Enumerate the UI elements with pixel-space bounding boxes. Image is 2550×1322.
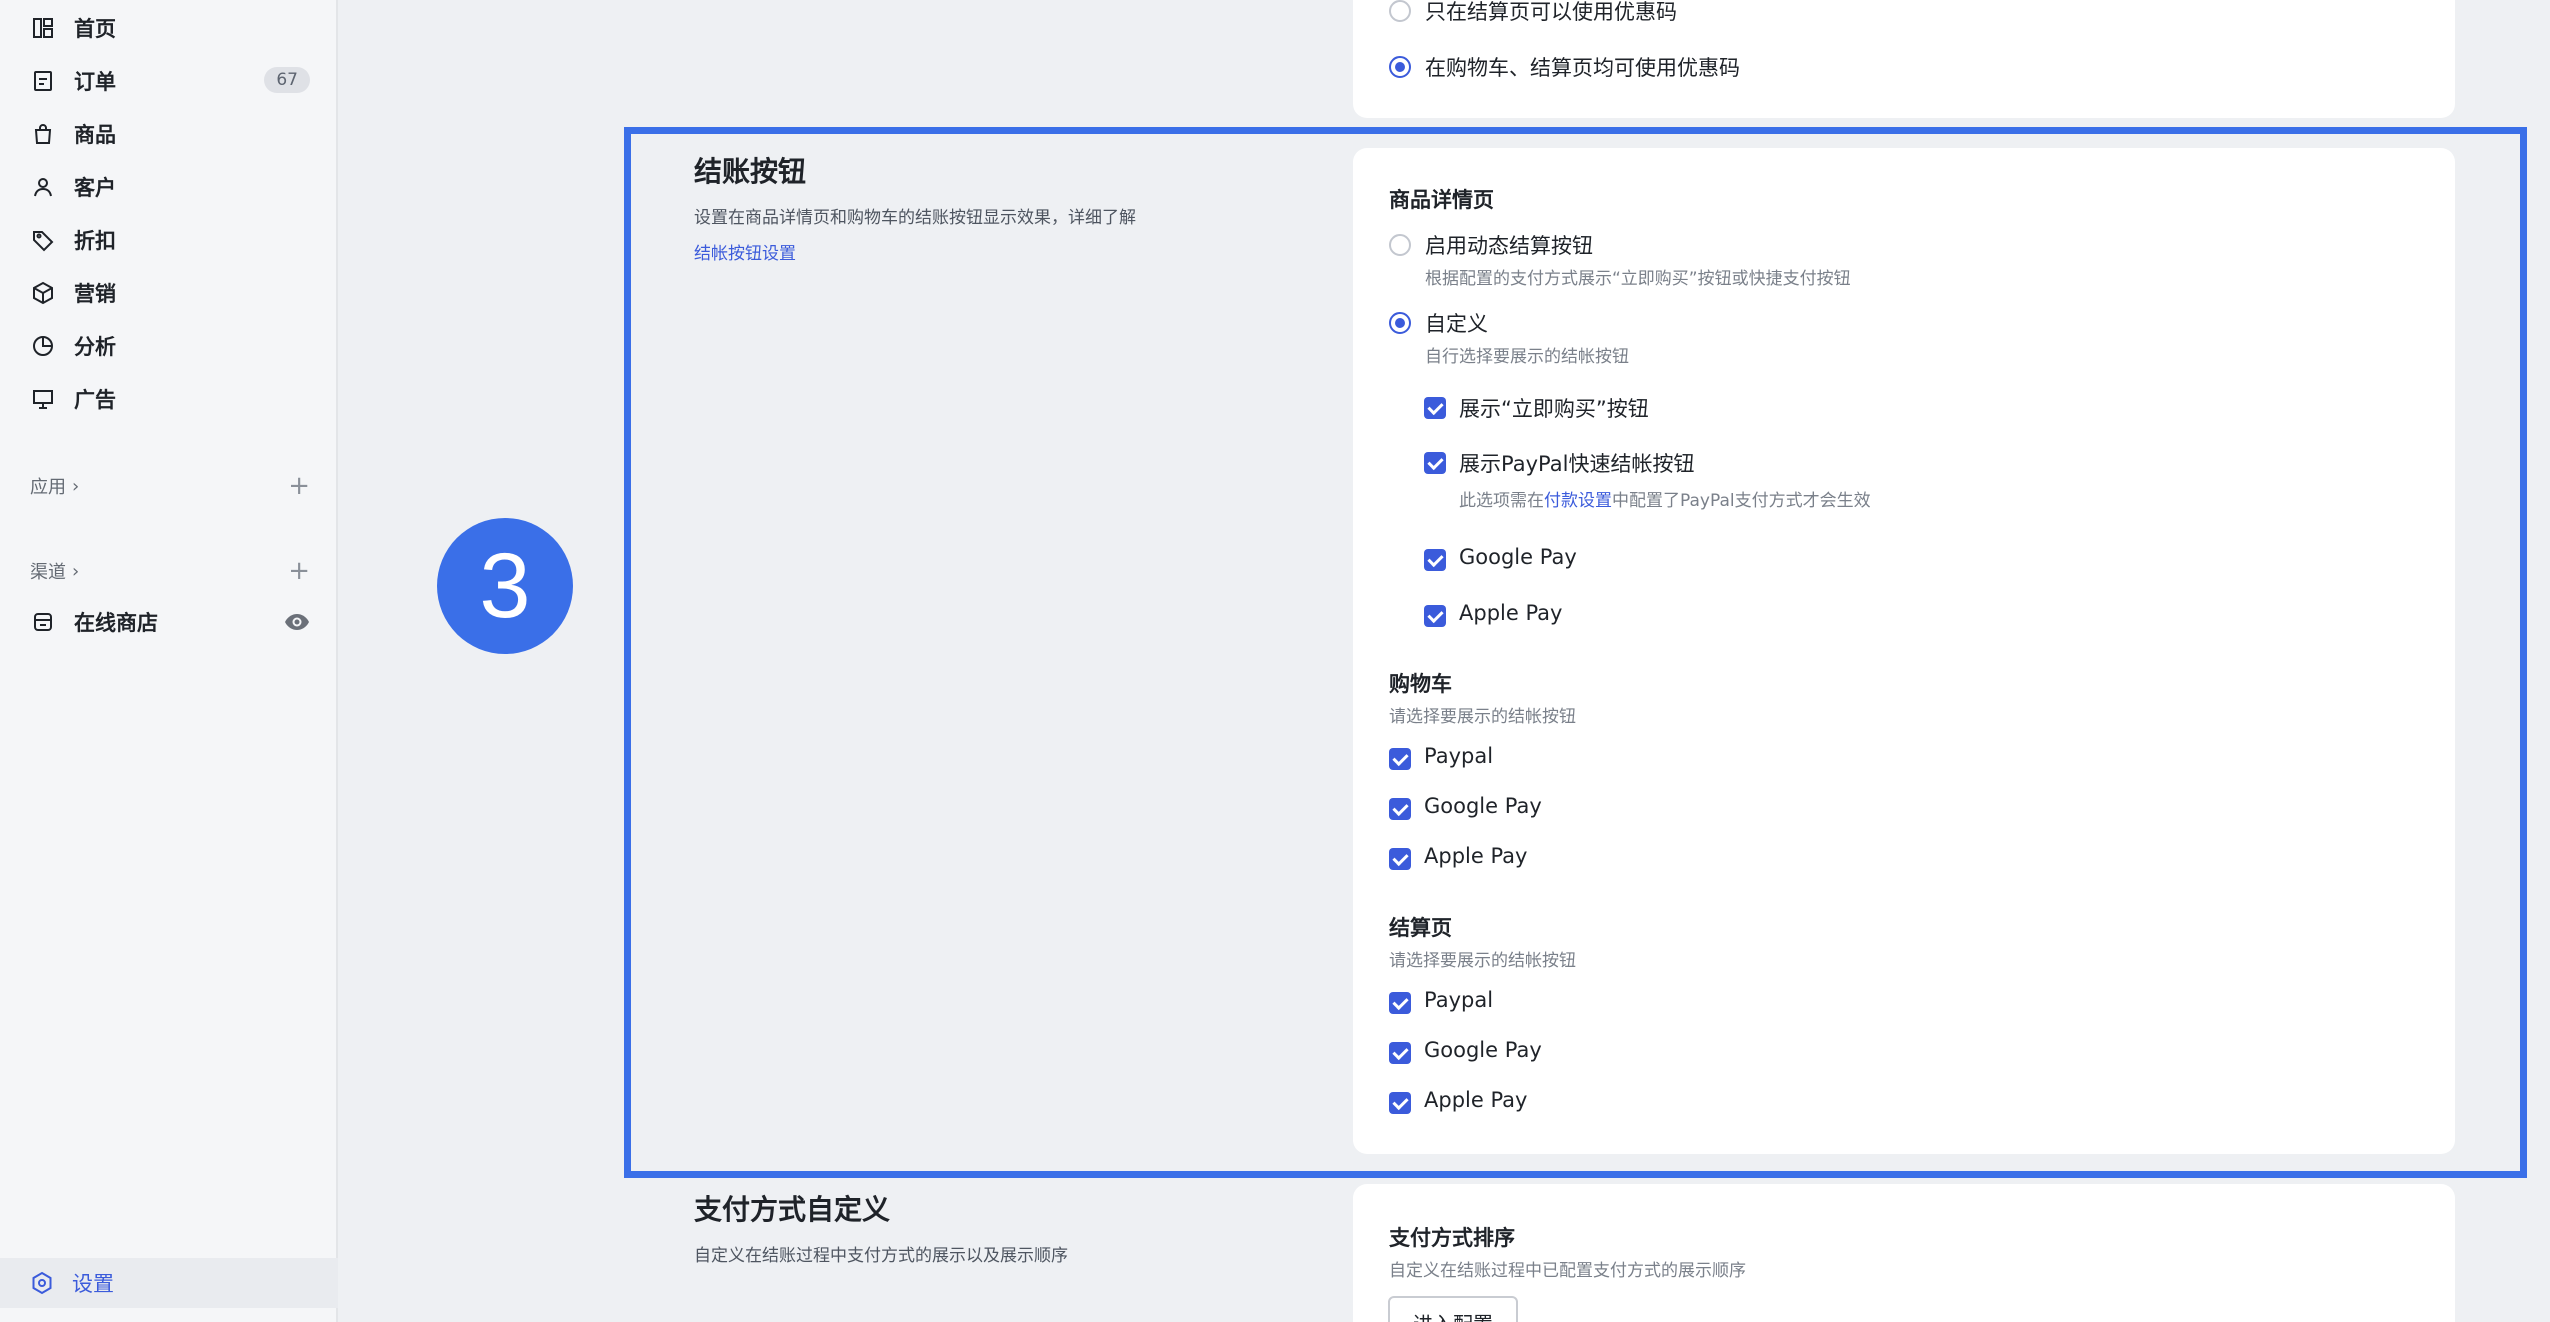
payment-sort-heading: 支付方式排序	[1389, 1226, 1515, 1250]
payment-sort-desc: 自定义在结账过程中已配置支付方式的展示顺序	[1389, 1261, 1746, 1281]
user-icon	[30, 174, 56, 200]
coupon-cart-and-checkout-radio[interactable]	[1389, 56, 1411, 78]
coupon-option-label: 只在结算页可以使用优惠码	[1425, 0, 1677, 24]
cube-icon	[30, 280, 56, 306]
sidebar-item-label: 广告	[74, 388, 116, 412]
enter-config-button[interactable]: 进入配置	[1388, 1296, 1518, 1322]
sidebar-item-products[interactable]: 商品	[30, 114, 310, 154]
sidebar-item-settings[interactable]: 设置	[0, 1258, 338, 1308]
sidebar-item-label: 设置	[72, 1272, 114, 1296]
sidebar-item-home[interactable]: 首页	[30, 8, 310, 48]
shopping-bag-icon	[30, 121, 56, 147]
sidebar-item-orders[interactable]: 订单 67	[30, 61, 310, 101]
sidebar-item-label: 营销	[74, 282, 116, 306]
tag-icon	[30, 227, 56, 253]
pie-chart-icon	[30, 333, 56, 359]
sidebar-item-label: 折扣	[74, 229, 116, 253]
coupon-settings-card: 只在结算页可以使用优惠码 在购物车、结算页均可使用优惠码	[1353, 0, 2455, 118]
highlight-frame	[624, 127, 2527, 1178]
billboard-icon	[30, 386, 56, 412]
add-app-icon[interactable]: +	[288, 473, 310, 499]
dashboard-icon	[30, 15, 56, 41]
sidebar-item-label: 分析	[74, 335, 116, 359]
sidebar-item-ads[interactable]: 广告	[30, 379, 310, 419]
payment-custom-title: 支付方式自定义	[694, 1193, 891, 1226]
eye-icon[interactable]	[284, 610, 310, 634]
sidebar-item-label: 商品	[74, 123, 116, 147]
sidebar-item-label: 订单	[74, 70, 116, 94]
sidebar-item-label: 在线商店	[74, 611, 158, 635]
store-icon	[30, 609, 56, 635]
sidebar-item-customers[interactable]: 客户	[30, 167, 310, 207]
payment-custom-description: 自定义在结账过程中支付方式的展示以及展示顺序	[694, 1246, 1068, 1266]
sidebar-item-discounts[interactable]: 折扣	[30, 220, 310, 260]
sidebar-section-apps[interactable]: 应用 › +	[30, 471, 310, 501]
orders-icon	[30, 68, 56, 94]
sidebar-item-online-store[interactable]: 在线商店	[30, 602, 310, 642]
add-channel-icon[interactable]: +	[288, 558, 310, 584]
chevron-right-icon: ›	[72, 475, 80, 497]
sidebar-item-analytics[interactable]: 分析	[30, 326, 310, 366]
sidebar-section-channels[interactable]: 渠道 › +	[30, 556, 310, 586]
apps-section-label: 应用	[30, 477, 66, 498]
coupon-checkout-only-radio[interactable]	[1389, 0, 1411, 22]
sidebar-item-label: 首页	[74, 17, 116, 41]
step-marker: 3	[437, 518, 573, 654]
chevron-right-icon: ›	[72, 560, 80, 582]
settings-icon	[32, 1271, 52, 1295]
sidebar-item-marketing[interactable]: 营销	[30, 273, 310, 313]
sidebar: 首页 订单 67 商品 客户 折扣 营销 分析 广告 应用 › + 渠道 › +	[0, 0, 338, 1322]
coupon-option-label: 在购物车、结算页均可使用优惠码	[1425, 56, 1740, 80]
payment-sort-card: 支付方式排序 自定义在结账过程中已配置支付方式的展示顺序	[1353, 1184, 2455, 1322]
channels-section-label: 渠道	[30, 562, 66, 583]
sidebar-item-label: 客户	[74, 176, 116, 200]
orders-count-badge: 67	[264, 67, 310, 93]
